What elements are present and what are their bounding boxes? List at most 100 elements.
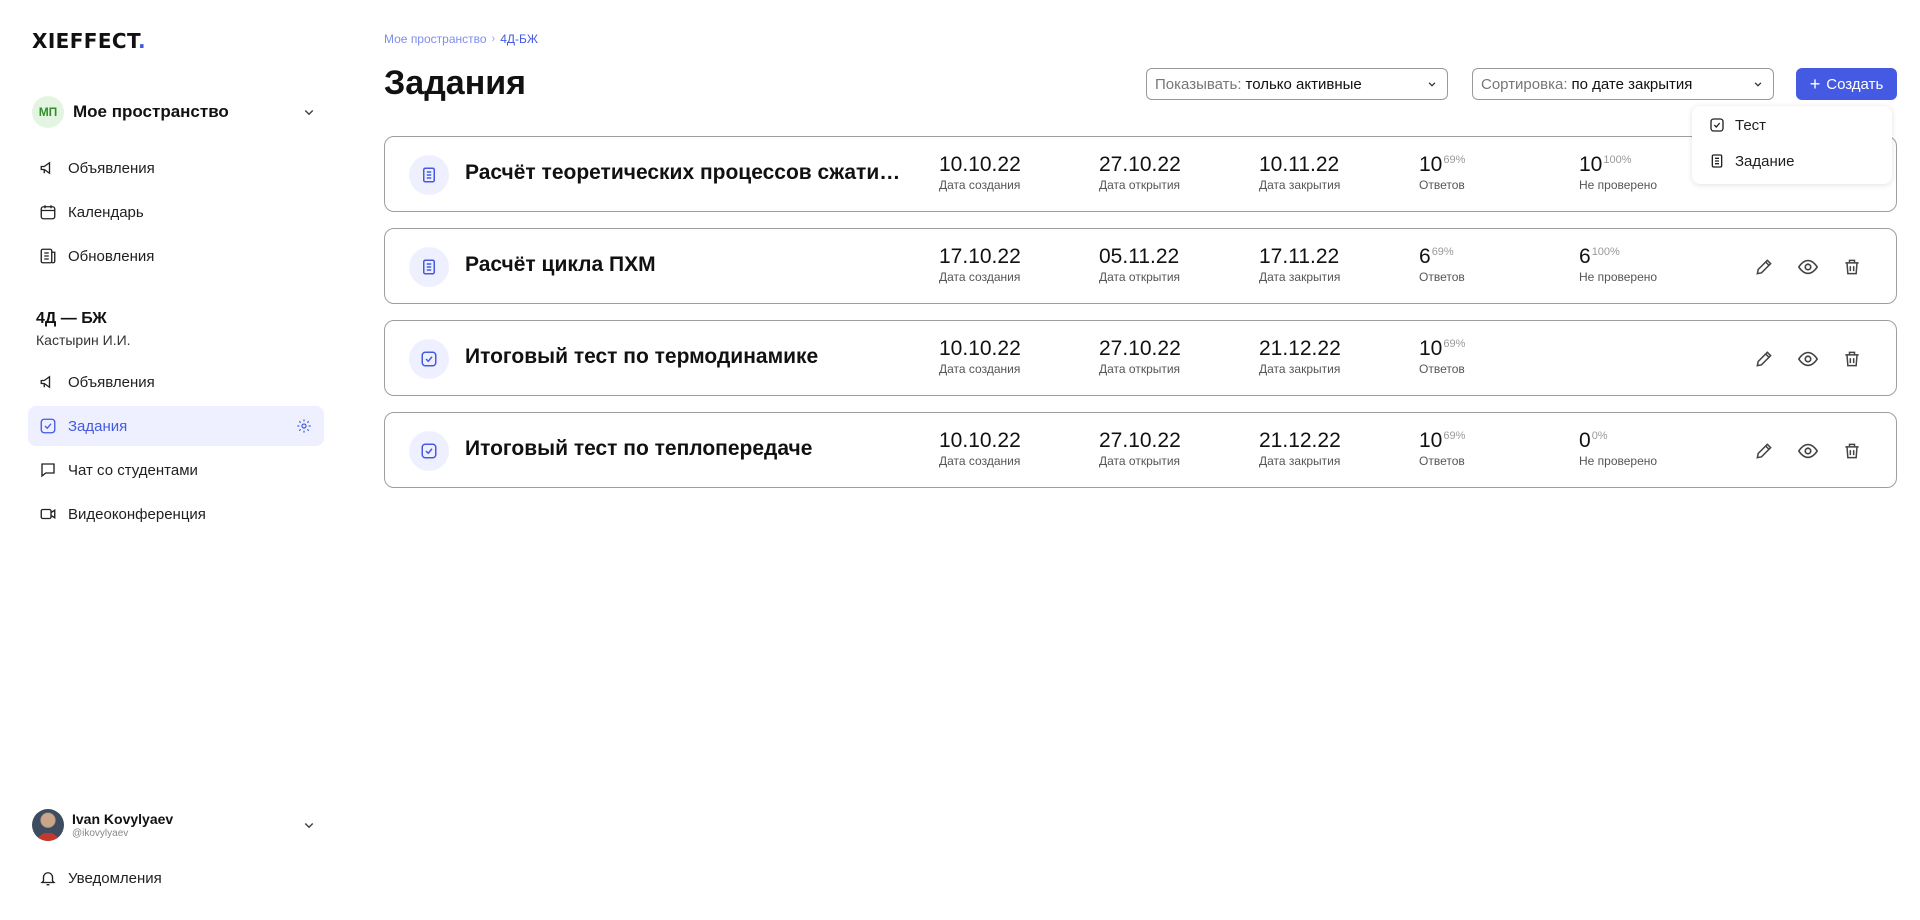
test-icon	[1708, 116, 1726, 134]
chevron-down-icon	[1754, 82, 1762, 87]
task-title[interactable]: Итоговый тест по теплопередаче	[465, 437, 905, 461]
opened-date-value: 05.11.22	[1099, 245, 1180, 268]
create-test-item[interactable]: Тест	[1708, 116, 1766, 134]
sidebar-item-course-announcements[interactable]: Объявления	[28, 362, 324, 402]
answers-value: 10	[1419, 337, 1443, 360]
test-icon	[409, 339, 449, 379]
closed-date-caption: Дата закрытия	[1259, 270, 1341, 284]
created-date-caption: Дата создания	[939, 178, 1021, 192]
space-switcher[interactable]: МП Мое пространство	[32, 96, 322, 128]
sidebar-item-chat[interactable]: Чат со студентами	[28, 450, 324, 490]
opened-date-caption: Дата открытия	[1099, 270, 1181, 284]
opened-date: 05.11.22 Дата открытия	[1099, 245, 1180, 284]
sidebar-item-notifications[interactable]: Уведомления	[28, 858, 324, 898]
answers-count: 1069% Ответов	[1419, 429, 1465, 468]
main-content: Мое пространство › 4Д-БЖ Задания Показыв…	[384, 0, 1900, 920]
task-card[interactable]: Расчёт цикла ПХМ 17.10.22 Дата создания 05.…	[384, 228, 1897, 304]
filter-select[interactable]: Показывать: только активные	[1146, 68, 1448, 100]
megaphone-icon	[38, 372, 58, 392]
eye-icon[interactable]	[1796, 439, 1820, 463]
answers-count: 1069% Ответов	[1419, 153, 1465, 192]
closed-date: 21.12.22 Дата закрытия	[1259, 429, 1341, 468]
create-task-item[interactable]: Задание	[1708, 152, 1795, 170]
sort-select[interactable]: Сортировка: по дате закрытия	[1472, 68, 1774, 100]
sidebar-item-label: Видеоконференция	[68, 505, 206, 523]
pencil-icon[interactable]	[1752, 439, 1776, 463]
task-title[interactable]: Расчёт теоретических процессов сжатия...	[465, 161, 905, 185]
closed-date-value: 10.11.22	[1259, 153, 1340, 176]
answers-value: 10	[1419, 429, 1443, 452]
unchecked-count: 6100% Не проверено	[1579, 245, 1657, 284]
opened-date-value: 27.10.22	[1099, 153, 1181, 176]
unchecked-count: 00% Не проверено	[1579, 429, 1657, 468]
eye-icon[interactable]	[1796, 255, 1820, 279]
document-icon	[409, 155, 449, 195]
breadcrumb-current[interactable]: 4Д-БЖ	[500, 32, 538, 46]
pencil-icon[interactable]	[1752, 255, 1776, 279]
avatar	[32, 809, 64, 841]
closed-date: 17.11.22 Дата закрытия	[1259, 245, 1340, 284]
opened-date: 27.10.22 Дата открытия	[1099, 429, 1181, 468]
plus-icon: +	[1809, 74, 1821, 94]
sidebar-item-label: Обновления	[68, 247, 155, 265]
eye-icon[interactable]	[1796, 347, 1820, 371]
opened-date: 27.10.22 Дата открытия	[1099, 337, 1181, 376]
sidebar-item-calendar[interactable]: Календарь	[28, 192, 324, 232]
closed-date-caption: Дата закрытия	[1259, 362, 1341, 376]
course-title: 4Д — БЖ	[36, 310, 107, 327]
user-name: Ivan Kovylyaev	[72, 811, 174, 827]
task-title[interactable]: Расчёт цикла ПХМ	[465, 253, 905, 277]
unchecked-caption: Не проверено	[1579, 454, 1658, 468]
answers-caption: Ответов	[1419, 454, 1465, 468]
unchecked-value: 10	[1579, 153, 1603, 176]
task-card[interactable]: Итоговый тест по теплопередаче 10.10.22 Да…	[384, 412, 1897, 488]
trash-icon[interactable]	[1840, 347, 1864, 371]
trash-icon[interactable]	[1840, 255, 1864, 279]
answers-count: 669% Ответов	[1419, 245, 1465, 284]
unchecked-value: 0	[1579, 429, 1591, 452]
created-date-caption: Дата создания	[939, 454, 1021, 468]
trash-icon[interactable]	[1840, 439, 1864, 463]
answers-caption: Ответов	[1419, 178, 1465, 192]
created-date: 17.10.22 Дата создания	[939, 245, 1021, 284]
create-task-label: Задание	[1735, 152, 1795, 170]
sidebar-item-tasks[interactable]: Задания	[28, 406, 324, 446]
document-icon	[409, 247, 449, 287]
opened-date-value: 27.10.22	[1099, 337, 1181, 360]
sidebar: XIEFFECT. МП Мое пространство Объявления…	[0, 0, 340, 920]
created-date-caption: Дата создания	[939, 270, 1021, 284]
sidebar-item-video[interactable]: Видеоконференция	[28, 494, 324, 534]
breadcrumb-link[interactable]: Мое пространство	[384, 32, 487, 46]
sidebar-item-updates[interactable]: Обновления	[28, 236, 324, 276]
logo[interactable]: XIEFFECT.	[32, 29, 146, 53]
create-dropdown: Тест Задание	[1692, 106, 1892, 184]
bell-icon	[38, 868, 58, 888]
sort-label: Сортировка:	[1481, 75, 1568, 93]
create-button[interactable]: + Создать	[1796, 68, 1897, 100]
gear-icon[interactable]	[296, 418, 312, 434]
opened-date-caption: Дата открытия	[1099, 362, 1181, 376]
sidebar-item-label: Объявления	[68, 373, 155, 391]
task-card[interactable]: Итоговый тест по термодинамике 10.10.22 Да…	[384, 320, 1897, 396]
answers-percent: 69%	[1443, 338, 1466, 350]
task-card[interactable]: Расчёт теоретических процессов сжатия...…	[384, 136, 1897, 212]
created-date-caption: Дата создания	[939, 362, 1021, 376]
answers-percent: 69%	[1443, 430, 1466, 442]
user-handle: @ikovylyaev	[72, 828, 129, 839]
closed-date-value: 17.11.22	[1259, 245, 1340, 268]
task-title[interactable]: Итоговый тест по термодинамике	[465, 345, 905, 369]
sidebar-item-space-announcements[interactable]: Объявления	[28, 148, 324, 188]
document-icon	[1708, 152, 1726, 170]
opened-date-caption: Дата открытия	[1099, 454, 1181, 468]
user-menu[interactable]: Ivan Kovylyaev @ikovylyaev	[32, 808, 322, 842]
opened-date-caption: Дата открытия	[1099, 178, 1181, 192]
task-check-icon	[38, 416, 58, 436]
closed-date: 10.11.22 Дата закрытия	[1259, 153, 1340, 192]
closed-date-caption: Дата закрытия	[1259, 178, 1341, 192]
pencil-icon[interactable]	[1752, 347, 1776, 371]
unchecked-percent: 0%	[1591, 430, 1608, 442]
opened-date: 27.10.22 Дата открытия	[1099, 153, 1181, 192]
breadcrumb: Мое пространство › 4Д-БЖ	[384, 32, 538, 46]
answers-value: 6	[1419, 245, 1431, 268]
chevron-down-icon	[304, 822, 314, 829]
